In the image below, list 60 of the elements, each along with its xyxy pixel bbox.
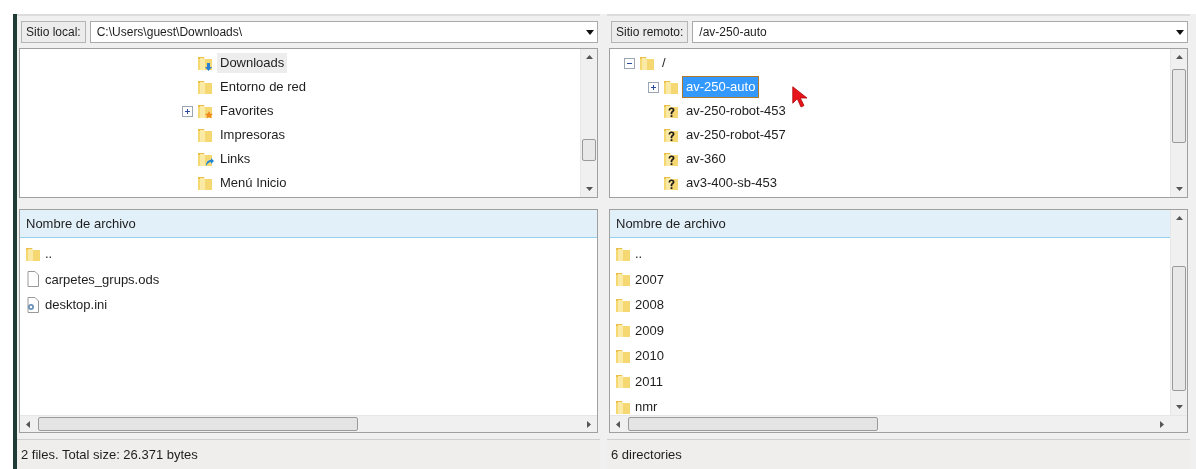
column-header[interactable]: Nombre de archivo <box>610 210 1170 238</box>
path-combobox[interactable]: C:\Users\guest\Downloads\ <box>89 21 598 43</box>
site-label: Sitio local: <box>21 21 86 43</box>
scrollbar-thumb[interactable] <box>582 139 596 161</box>
folder-icon <box>196 126 214 144</box>
status-text: 6 directories <box>611 445 682 464</box>
tree-item[interactable]: Links <box>217 149 254 169</box>
folder-icon <box>196 174 214 192</box>
folder-icon <box>614 372 632 391</box>
tree-item[interactable]: av3-400-sb-453 <box>683 173 781 193</box>
vertical-scrollbar[interactable] <box>1170 210 1187 415</box>
file-name[interactable]: 2010 <box>635 346 664 366</box>
folder-shortcut-icon <box>196 150 214 168</box>
path-combobox[interactable]: /av-250-auto <box>692 21 1188 43</box>
file-name[interactable]: 2008 <box>635 295 664 315</box>
folder-icon <box>196 78 214 96</box>
folder-question-icon <box>662 174 680 192</box>
file-icon <box>24 270 42 289</box>
status-text: 2 files. Total size: 26.371 bytes <box>21 445 198 464</box>
expand-icon[interactable] <box>182 105 193 117</box>
folder-question-icon <box>662 150 680 168</box>
folder-icon <box>614 321 632 340</box>
tree-item[interactable]: Impresoras <box>217 125 289 145</box>
folder-icon <box>638 54 656 72</box>
folder-star-icon <box>196 102 214 120</box>
tree-item[interactable]: av-360 <box>683 149 729 169</box>
scrollbar-thumb[interactable] <box>38 417 358 431</box>
tree-item[interactable]: av-250-robot-453 <box>683 101 789 121</box>
tree-item[interactable]: Downloads <box>217 53 288 73</box>
folder-icon <box>662 78 680 96</box>
tree-item[interactable]: av-250-robot-457 <box>683 125 789 145</box>
collapse-icon[interactable] <box>624 57 635 69</box>
tree-item[interactable]: Entorno de red <box>217 77 309 97</box>
tree-item[interactable]: Menú Inicio <box>217 173 290 193</box>
file-name[interactable]: desktop.ini <box>45 295 108 315</box>
expand-icon[interactable] <box>648 81 659 93</box>
scrollbar-thumb[interactable] <box>1172 69 1186 143</box>
scrollbar-thumb[interactable] <box>628 417 878 431</box>
settings-file-icon <box>24 295 42 314</box>
tree-item[interactable]: Favorites <box>217 101 277 121</box>
horizontal-scrollbar[interactable] <box>20 415 597 432</box>
folder-icon <box>614 270 632 289</box>
file-name[interactable]: .. <box>45 244 53 264</box>
file-name[interactable]: 2009 <box>635 320 664 340</box>
column-header[interactable]: Nombre de archivo <box>20 210 597 238</box>
tree-item[interactable]: / <box>659 53 669 73</box>
vertical-scrollbar[interactable] <box>580 49 597 197</box>
site-label: Sitio remoto: <box>611 21 689 43</box>
file-name[interactable]: nmr <box>635 397 658 415</box>
file-name[interactable]: 2007 <box>635 269 664 289</box>
mouse-pointer-icon <box>792 86 810 110</box>
file-name[interactable]: .. <box>635 244 643 264</box>
file-name[interactable]: 2011 <box>635 371 663 391</box>
horizontal-scrollbar[interactable] <box>610 415 1187 432</box>
folder-question-icon <box>662 102 680 120</box>
folder-download-icon <box>196 54 214 72</box>
folder-question-icon <box>662 126 680 144</box>
scrollbar-thumb[interactable] <box>1172 266 1186 391</box>
file-name[interactable]: carpetes_grups.ods <box>45 269 160 289</box>
vertical-scrollbar[interactable] <box>1170 49 1187 197</box>
